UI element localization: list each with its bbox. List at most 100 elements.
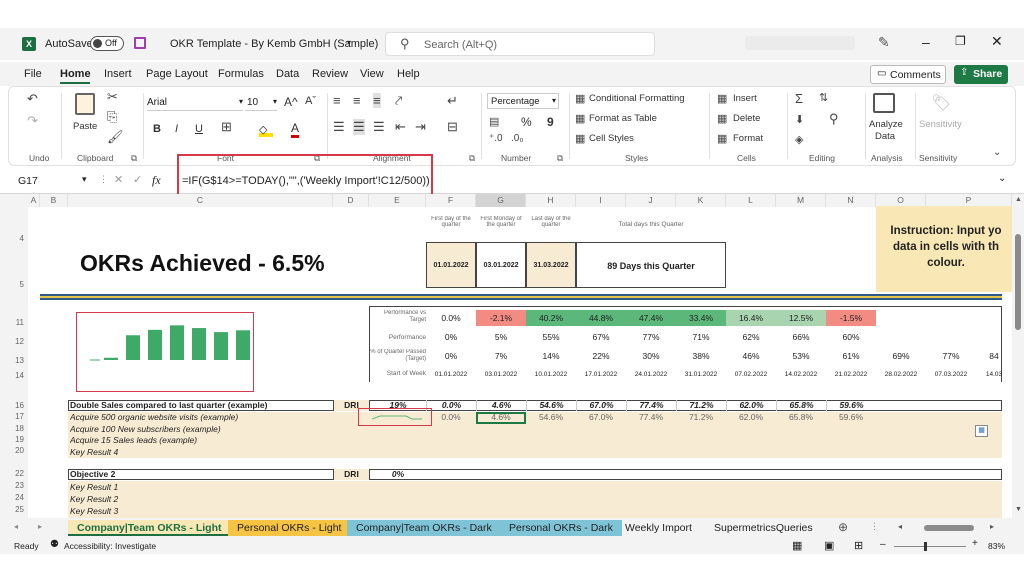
menu-data[interactable]: Data xyxy=(276,68,299,80)
page-layout-view-icon[interactable]: ▣ xyxy=(824,539,834,552)
col-header-h[interactable]: H xyxy=(526,194,576,207)
align-top-icon[interactable]: ≡ xyxy=(333,93,341,108)
align-left-icon[interactable]: ☰ xyxy=(333,119,345,135)
menu-insert[interactable]: Insert xyxy=(104,68,132,80)
kr-label[interactable]: Acquire 500 organic website visits (exam… xyxy=(70,412,238,422)
autosum-icon[interactable]: Σ xyxy=(795,91,803,106)
row-header[interactable]: 23 xyxy=(0,481,28,490)
align-right-icon[interactable]: ☰ xyxy=(373,119,385,135)
increase-decimal-icon[interactable]: ⁺.0 xyxy=(489,133,503,144)
col-header-f[interactable]: F xyxy=(426,194,476,207)
first-monday-value[interactable]: 03.01.2022 xyxy=(476,242,526,288)
paste-button[interactable]: Paste xyxy=(73,121,97,132)
underline-button[interactable]: U xyxy=(195,123,203,135)
cell-styles-button[interactable]: Cell Styles xyxy=(589,133,634,144)
row-header[interactable]: 19 xyxy=(0,435,28,444)
scroll-down-icon[interactable]: ▼ xyxy=(1015,506,1022,513)
zoom-level[interactable]: 83% xyxy=(988,541,1005,551)
zoom-slider[interactable] xyxy=(894,542,966,551)
kr-label[interactable]: Key Result 4 xyxy=(70,447,118,457)
analyze-data-icon[interactable] xyxy=(873,93,895,113)
share-button[interactable]: ⇪ Share xyxy=(954,65,1008,84)
decrease-indent-icon[interactable]: ⇤ xyxy=(395,119,406,135)
page-break-view-icon[interactable]: ⊞ xyxy=(854,539,863,552)
menu-home[interactable]: Home xyxy=(60,68,91,80)
font-color-button[interactable]: A xyxy=(291,121,300,138)
tab-personal-okrs-dark[interactable]: Personal OKRs - Dark xyxy=(500,520,622,536)
tab-personal-okrs-light[interactable]: Personal OKRs - Light xyxy=(228,520,351,536)
ribbon-collapse-chevron-icon[interactable]: ⌄ xyxy=(993,147,1001,158)
selected-cell-g17[interactable] xyxy=(476,412,526,424)
menu-file[interactable]: File xyxy=(24,68,42,80)
kr-value-cell[interactable]: 59.6% xyxy=(826,412,876,422)
insert-function-icon[interactable]: fx xyxy=(152,173,161,188)
increase-indent-icon[interactable]: ⇥ xyxy=(415,119,426,135)
row-header[interactable]: 18 xyxy=(0,424,28,433)
hscroll-left-icon[interactable]: ◂ xyxy=(898,522,902,531)
bold-button[interactable]: B xyxy=(153,123,161,135)
kr-label[interactable]: Acquire 15 Sales leads (example) xyxy=(70,435,197,445)
sort-filter-icon[interactable]: ⇅ xyxy=(819,91,828,104)
clear-icon[interactable]: ◈ xyxy=(795,133,803,146)
undo-icon[interactable]: ↶ xyxy=(27,91,38,107)
kr-value-cell[interactable]: 62.0% xyxy=(726,412,776,422)
vertical-scroll-thumb[interactable] xyxy=(1015,234,1021,330)
kr-label[interactable]: Acquire 100 New subscribers (example) xyxy=(70,424,221,434)
row-header[interactable]: 20 xyxy=(0,446,28,455)
redo-icon[interactable]: ↷ xyxy=(27,113,38,129)
save-icon[interactable] xyxy=(134,37,146,49)
name-box-chevron-down-icon[interactable]: ▾ xyxy=(82,174,87,185)
col-header-b[interactable]: B xyxy=(40,194,68,207)
autosave-toggle[interactable]: Off xyxy=(90,36,124,51)
pen-icon[interactable]: ✎ xyxy=(878,34,890,51)
format-as-table-button[interactable]: Format as Table xyxy=(589,113,657,124)
cell-styles-icon[interactable]: ▦ xyxy=(575,132,585,145)
col-header-l[interactable]: L xyxy=(726,194,776,207)
accounting-icon[interactable]: ▤ xyxy=(489,115,499,128)
decrease-decimal-icon[interactable]: .0₀ xyxy=(511,133,524,144)
col-header-g[interactable]: G xyxy=(476,194,526,207)
sensitivity-button[interactable]: Sensitivity xyxy=(919,119,962,130)
row-header[interactable]: 14 xyxy=(0,371,28,380)
tab-company-team-okrs-dark[interactable]: Company|Team OKRs - Dark xyxy=(347,520,501,536)
search-box[interactable]: ⚲ Search (Alt+Q) xyxy=(385,32,655,56)
clipboard-launcher-icon[interactable]: ⧉ xyxy=(131,153,137,164)
objective-2-title[interactable]: Objective 2 xyxy=(70,469,115,479)
borders-icon[interactable]: ⊞ xyxy=(221,119,232,135)
align-middle-icon[interactable]: ≡ xyxy=(353,93,361,108)
objective-1-title[interactable]: Double Sales compared to last quarter (e… xyxy=(70,400,267,410)
quick-analysis-icon[interactable]: ▦ xyxy=(975,425,988,437)
format-painter-icon[interactable]: 🖌 xyxy=(107,129,124,145)
title-chevron-down-icon[interactable]: ▾ xyxy=(347,38,351,47)
kr-value-cell[interactable]: 77.4% xyxy=(626,412,676,422)
row-header[interactable]: 4 xyxy=(0,234,28,243)
row-header[interactable]: 11 xyxy=(0,318,28,327)
insert-cells-icon[interactable]: ▦ xyxy=(717,92,727,105)
tab-scroll-left-icon[interactable]: ◂ xyxy=(14,522,18,531)
tab-company-team-okrs-light[interactable]: Company|Team OKRs - Light xyxy=(68,520,231,536)
merge-center-icon[interactable]: ⊟ xyxy=(447,119,458,135)
col-header-c[interactable]: C xyxy=(68,194,333,207)
kr-value-cell[interactable]: 65.8% xyxy=(776,412,826,422)
confirm-entry-icon[interactable]: ✓ xyxy=(133,173,142,186)
zoom-slider-handle[interactable] xyxy=(924,542,927,551)
col-header-n[interactable]: N xyxy=(826,194,876,207)
col-header-k[interactable]: K xyxy=(676,194,726,207)
first-day-value[interactable]: 01.01.2022 xyxy=(426,242,476,288)
percent-button[interactable]: % xyxy=(521,115,532,129)
normal-view-icon[interactable]: ▦ xyxy=(792,539,802,552)
kr2-row-3[interactable]: Key Result 3 xyxy=(70,506,118,516)
close-icon[interactable]: ✕ xyxy=(991,33,1003,50)
col-header-m[interactable]: M xyxy=(776,194,826,207)
kr-value-cell[interactable]: 0.0% xyxy=(426,412,476,422)
conditional-formatting-button[interactable]: Conditional Formatting xyxy=(589,93,685,104)
menu-help[interactable]: Help xyxy=(397,68,420,80)
spreadsheet-grid[interactable]: A B C D E F G H I J K L M N O P 4 5 11 1… xyxy=(0,194,1012,518)
col-header-i[interactable]: I xyxy=(576,194,626,207)
comments-button[interactable]: ▭ Comments xyxy=(870,65,946,84)
row-header[interactable]: 5 xyxy=(0,280,28,289)
wrap-text-icon[interactable]: ↵ xyxy=(447,93,458,109)
col-header-e[interactable]: E xyxy=(369,194,426,207)
kr2-row-1[interactable]: Key Result 1 xyxy=(70,482,118,492)
copy-icon[interactable]: ⎘ xyxy=(107,109,117,125)
